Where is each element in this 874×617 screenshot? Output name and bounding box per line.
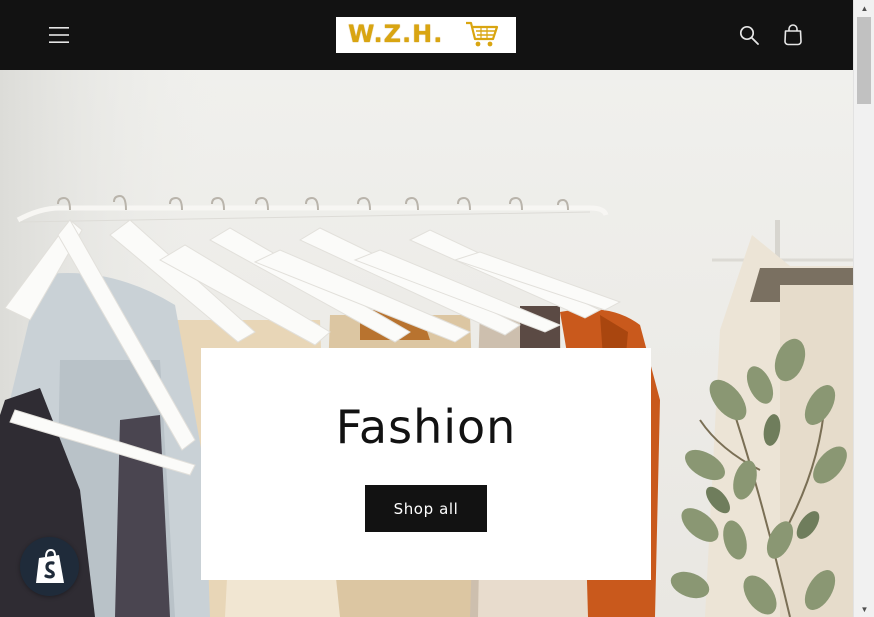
search-icon (739, 25, 759, 45)
scroll-up-arrow-icon[interactable]: ▲ (854, 0, 874, 16)
cart-button[interactable] (772, 14, 814, 56)
hero-content-box: Fashion Shop all (201, 348, 651, 580)
store-logo[interactable]: W.Z.H. (336, 17, 516, 53)
shop-all-button[interactable]: Shop all (365, 485, 487, 532)
hamburger-menu-icon (49, 27, 69, 43)
scroll-thumb[interactable] (857, 17, 871, 104)
hero-banner: Fashion Shop all (0, 70, 853, 617)
scroll-down-arrow-icon[interactable]: ▼ (854, 601, 874, 617)
search-button[interactable] (728, 14, 770, 56)
site-header: W.Z.H. (0, 0, 853, 70)
logo-cart-icon (466, 21, 499, 47)
shopify-chat-badge[interactable] (20, 537, 79, 596)
hero-title: Fashion (335, 400, 517, 454)
shopify-bag-icon (35, 548, 64, 583)
vertical-scrollbar[interactable]: ▲ ▼ (853, 0, 874, 617)
menu-button[interactable] (38, 14, 80, 56)
page: W.Z.H. Fashion Shop all ▲ ▼ (0, 0, 874, 617)
logo-text: W.Z.H. (348, 20, 444, 48)
cart-icon (784, 24, 802, 46)
